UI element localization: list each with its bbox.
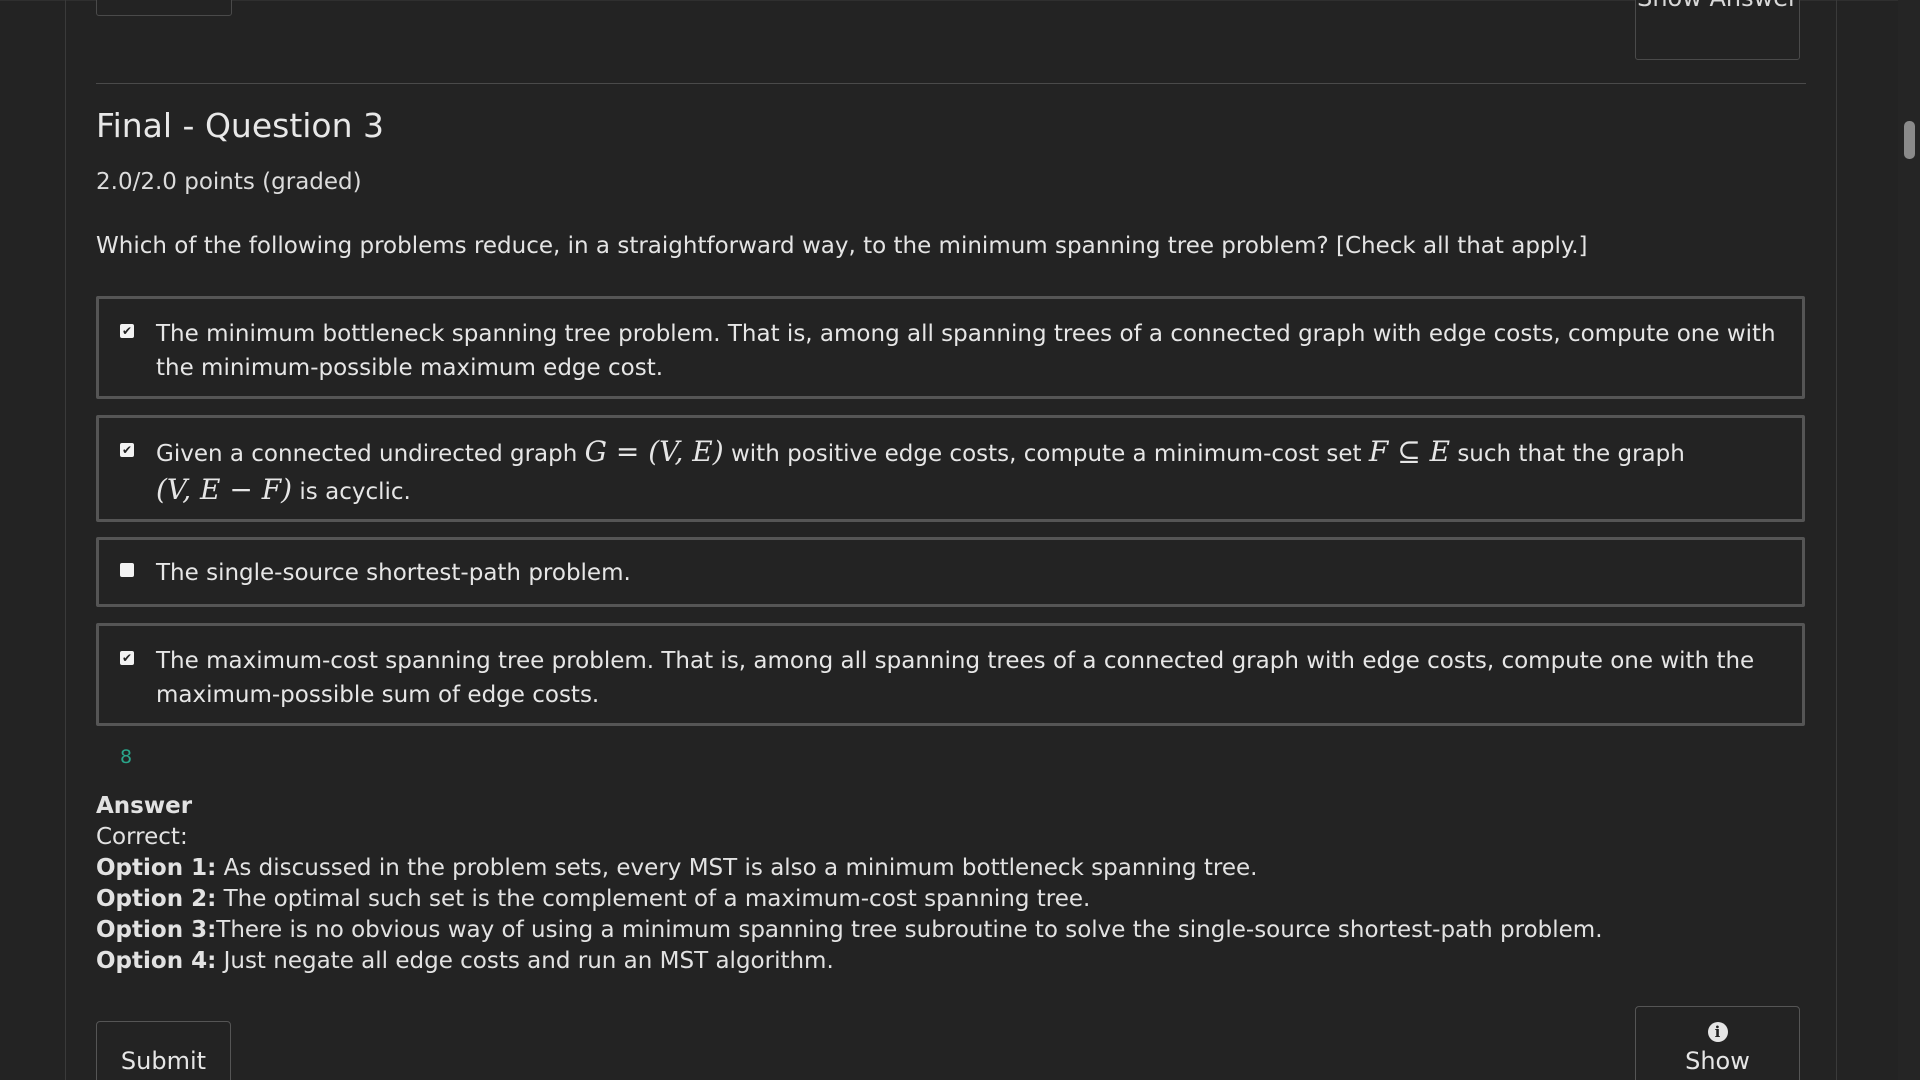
explanation-row: Option 2: The optimal such set is the co…	[96, 884, 1796, 915]
option-text-part: such that the graph	[1450, 441, 1685, 467]
answer-option-4[interactable]: ✔ The maximum-cost spanning tree problem…	[96, 623, 1805, 726]
explanation-label: Option 3:	[96, 917, 217, 943]
submit-button[interactable]: Submit	[96, 1021, 231, 1080]
attempt-count: 8	[120, 746, 133, 768]
option-text: Given a connected undirected graph G = (…	[156, 434, 1782, 510]
vertical-scrollbar[interactable]	[1898, 0, 1920, 1080]
explanation-text: There is no obvious way of using a minim…	[216, 917, 1603, 943]
checkbox-checked-icon[interactable]: ✔	[120, 651, 134, 665]
option-text-part: with positive edge costs, compute a mini…	[723, 441, 1369, 467]
show-answer-label: Show Answer	[1637, 0, 1798, 12]
explanation-label: Option 4:	[96, 948, 217, 974]
question-points: 2.0/2.0 points (graded)	[96, 169, 362, 195]
answer-explanation: Answer Correct: Option 1: As discussed i…	[96, 791, 1796, 977]
page: Show Answer Final - Question 3 2.0/2.0 p…	[0, 0, 1920, 1080]
checkbox-checked-icon[interactable]: ✔	[120, 324, 134, 338]
option-text: The minimum bottleneck spanning tree pro…	[156, 321, 1776, 381]
option-text: The single-source shortest-path problem.	[156, 560, 631, 586]
math-expression: (V, E − F)	[156, 473, 293, 506]
previous-submit-button[interactable]	[96, 0, 232, 16]
explanation-row: Option 3:There is no obvious way of usin…	[96, 915, 1796, 946]
math-expression: G = (V, E)	[584, 435, 724, 468]
explanation-label: Option 1:	[96, 855, 217, 881]
explanation-row: Option 1: As discussed in the problem se…	[96, 853, 1796, 884]
explanation-text: Just negate all edge costs and run an MS…	[216, 948, 834, 974]
option-text-part: Given a connected undirected graph	[156, 441, 585, 467]
correct-label: Correct:	[96, 824, 188, 850]
scrollbar-thumb[interactable]	[1904, 121, 1915, 159]
explanation-label: Option 2:	[96, 886, 217, 912]
option-text-part: is acyclic.	[292, 479, 411, 505]
previous-show-answer-button[interactable]: Show Answer	[1635, 0, 1800, 60]
answer-option-1[interactable]: ✔ The minimum bottleneck spanning tree p…	[96, 296, 1805, 399]
answer-option-3[interactable]: The single-source shortest-path problem.	[96, 537, 1805, 607]
show-answer-button[interactable]: i Show	[1635, 1006, 1800, 1080]
explanation-row: Option 4: Just negate all edge costs and…	[96, 946, 1796, 977]
answer-option-2[interactable]: ✔ Given a connected undirected graph G =…	[96, 415, 1805, 522]
math-expression: F ⊆ E	[1368, 435, 1451, 468]
show-label: Show	[1685, 1047, 1750, 1075]
info-icon: i	[1707, 1022, 1728, 1042]
explanation-text: The optimal such set is the complement o…	[216, 886, 1091, 912]
checkbox-checked-icon[interactable]: ✔	[120, 443, 134, 457]
question-prompt: Which of the following problems reduce, …	[96, 233, 1588, 259]
answer-heading: Answer	[96, 793, 193, 819]
question-title: Final - Question 3	[96, 106, 385, 145]
option-text: The maximum-cost spanning tree problem. …	[156, 648, 1755, 708]
section-divider	[96, 83, 1806, 84]
explanation-text: As discussed in the problem sets, every …	[216, 855, 1258, 881]
checkbox-unchecked-icon[interactable]	[120, 563, 134, 577]
